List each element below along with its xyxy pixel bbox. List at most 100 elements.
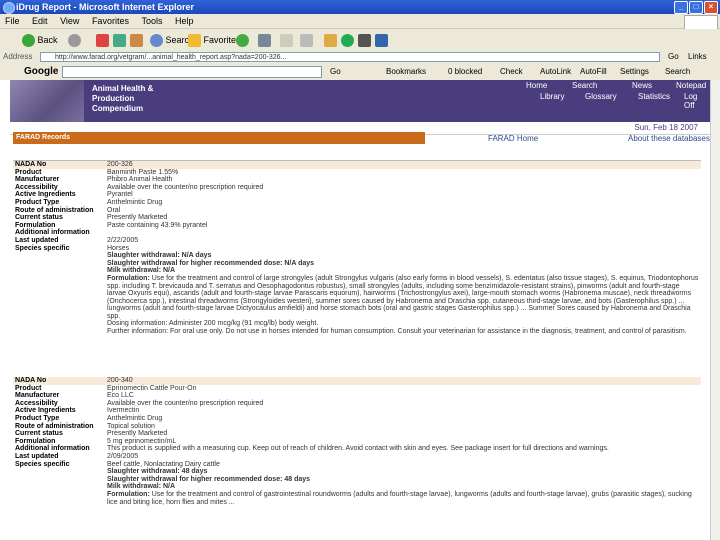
back-button[interactable]: Back	[22, 33, 58, 47]
vertical-scrollbar[interactable]	[710, 80, 720, 540]
forward-button[interactable]	[68, 33, 81, 47]
field-label: Additional information	[15, 445, 90, 453]
menu-file[interactable]: File	[0, 14, 25, 28]
google-search-input[interactable]	[62, 66, 322, 78]
google-logo: Google	[24, 66, 59, 77]
google-autolink-button[interactable]: AutoLink	[540, 67, 571, 76]
formulation-block: Formulation: Use for the treatment and c…	[107, 275, 699, 321]
formulation-text: Use for the treatment and control of gas…	[107, 490, 692, 506]
species-withdrawal-dose: Slaughter withdrawal for higher recommen…	[107, 475, 311, 483]
field-value: Eco LLC	[107, 392, 134, 400]
record-row: Route of administration Topical solution	[13, 423, 701, 431]
menu-favorites[interactable]: Favorites	[87, 14, 134, 28]
nav-glossary[interactable]: Glossary	[585, 92, 617, 101]
record-row: Additional information This product is su…	[13, 445, 701, 453]
google-popup-blocker[interactable]: 0 blocked	[448, 67, 482, 76]
field-label: Current status	[15, 430, 63, 438]
date-label: Sun, Feb 18 2007	[634, 123, 698, 132]
google-check-button[interactable]: Check	[500, 67, 523, 76]
minimize-button[interactable]: _	[674, 1, 688, 14]
field-value: 5 mg eprinomectin/mL	[107, 437, 177, 445]
field-value: Banminth Paste 1.55%	[107, 168, 179, 176]
record-row: Active Ingredients Ivermectin	[13, 407, 701, 415]
star-icon	[188, 33, 201, 47]
print-button[interactable]	[300, 33, 313, 47]
google-autofill-button[interactable]: AutoFill	[580, 67, 607, 76]
field-label: NADA No	[13, 161, 105, 169]
google-search-button[interactable]: Search	[665, 67, 690, 76]
forward-arrow-icon	[68, 33, 81, 47]
menu-help[interactable]: Help	[170, 14, 199, 28]
history-button[interactable]	[258, 33, 271, 47]
address-input[interactable]: http://www.farad.org/vetgram/...animal_h…	[40, 52, 660, 62]
species-milk: Milk withdrawal: N/A	[107, 483, 176, 491]
record-row: Accessibility Available over the counter/…	[13, 184, 701, 192]
nav-statistics[interactable]: Statistics	[638, 92, 670, 101]
media-button[interactable]	[236, 33, 249, 47]
field-value: Oral	[107, 206, 121, 214]
address-bar: Address http://www.farad.org/vetgram/...…	[0, 51, 720, 65]
menu-view[interactable]: View	[55, 14, 84, 28]
record-row: Product Type Anthelmintic Drug	[13, 415, 701, 423]
edit-button[interactable]	[324, 33, 337, 47]
record-row: Active Ingredients Pyrantel	[13, 191, 701, 199]
mail-icon	[280, 33, 293, 47]
favorites-button[interactable]: Favorites	[188, 33, 241, 47]
refresh-button[interactable]	[113, 33, 126, 47]
home-button[interactable]	[130, 33, 143, 47]
google-bookmarks-button[interactable]: Bookmarks	[386, 67, 426, 76]
mail-button[interactable]	[280, 33, 293, 47]
site-title: Animal Health & Production Compendium	[92, 84, 154, 113]
field-value: 2/22/2005	[107, 236, 139, 244]
stop-button[interactable]	[96, 33, 109, 47]
field-label: Route of administration	[15, 206, 94, 214]
nav-home[interactable]: Home	[526, 81, 547, 90]
ie-icon	[3, 2, 15, 14]
messenger-button[interactable]	[358, 33, 371, 47]
history-icon	[258, 33, 271, 47]
menu-edit[interactable]: Edit	[27, 14, 53, 28]
media-icon	[236, 33, 249, 47]
field-value: Pyrantel	[107, 191, 133, 199]
research-button[interactable]	[375, 33, 388, 47]
species-withdrawal: Slaughter withdrawal: 48 days	[107, 468, 208, 476]
print-icon	[300, 33, 313, 47]
field-label: NADA No	[13, 377, 105, 385]
nav-notepad[interactable]: Notepad	[676, 81, 706, 90]
browser-toolbar: Back Search Favorites	[0, 29, 720, 52]
formulation-block: Formulation: Use for the treatment and c…	[107, 491, 699, 506]
field-value: Paste containing 43.9% pyrantel	[107, 221, 208, 229]
field-label: Last updated	[15, 452, 59, 460]
field-value: Phibro Animal Health	[107, 176, 173, 184]
record-row: Manufacturer Phibro Animal Health	[13, 176, 701, 184]
nav-library[interactable]: Library	[540, 92, 564, 101]
field-value: 200-340	[105, 377, 701, 385]
globe-button[interactable]	[341, 33, 354, 47]
species-withdrawal: Slaughter withdrawal: N/A days	[107, 252, 212, 260]
nav-search[interactable]: Search	[572, 81, 597, 90]
record-row: Manufacturer Eco LLC	[13, 392, 701, 400]
field-label: Product	[15, 384, 42, 392]
edit-icon	[324, 33, 337, 47]
go-button[interactable]: Go	[668, 52, 679, 61]
google-go-button[interactable]: Go	[330, 67, 341, 76]
nav-news[interactable]: News	[632, 81, 652, 90]
nav-logoff[interactable]: Log Off	[684, 92, 710, 110]
farad-home-link[interactable]: FARAD Home	[488, 134, 538, 143]
field-label: Active Ingredients	[15, 407, 76, 415]
field-label: Active Ingredients	[15, 191, 76, 199]
menu-tools[interactable]: Tools	[136, 14, 167, 28]
formulation-label: Formulation:	[107, 274, 150, 282]
close-button[interactable]: ×	[704, 1, 718, 14]
record-row: NADA No 200-326	[13, 161, 701, 169]
field-value: Available over the counter/no prescripti…	[107, 399, 264, 407]
window-titlebar: iDrug Report - Microsoft Internet Explor…	[0, 0, 720, 14]
record-row: Formulation 5 mg eprinomectin/mL	[13, 438, 701, 446]
google-settings-button[interactable]: Settings	[620, 67, 649, 76]
maximize-button[interactable]: □	[689, 1, 703, 14]
messenger-icon	[358, 33, 371, 47]
species-row: Species specific Horses Slaughter withdraw…	[13, 245, 701, 336]
about-databases-link[interactable]: About these databases	[628, 134, 710, 143]
links-button[interactable]: Links	[688, 52, 707, 61]
field-value: Presently Marketed	[107, 214, 168, 222]
